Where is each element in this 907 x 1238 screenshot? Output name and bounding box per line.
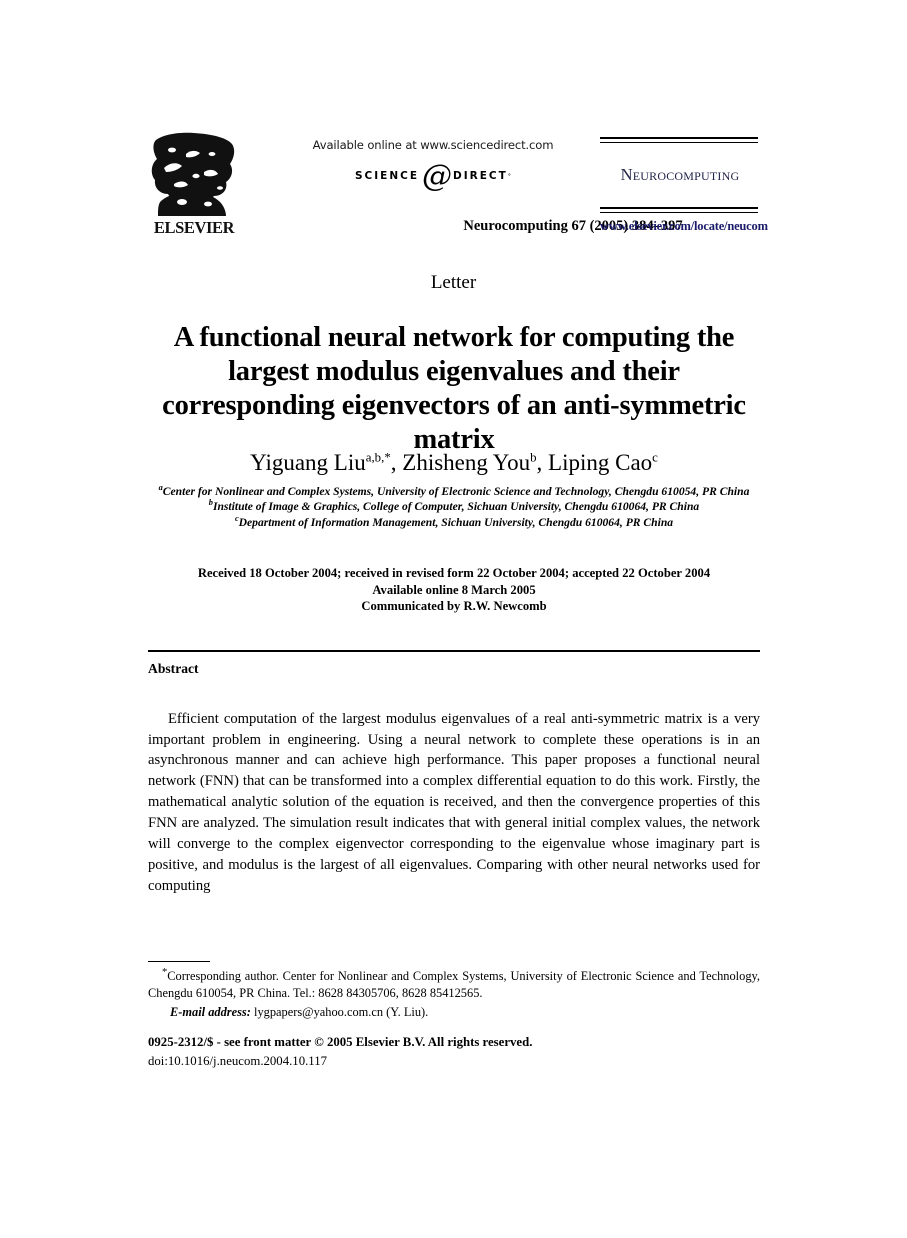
abstract-heading: Abstract [148,661,199,676]
article-type-label: Letter [430,272,477,293]
email-note: E-mail address: lygpapers@yahoo.com.cn (… [148,1004,760,1021]
history-communicated-by: Communicated by R.W. Newcomb [361,599,547,614]
imprint-block: 0925-2312/$ - see front matter © 2005 El… [148,1033,760,1071]
available-online-text: Available online at www.sciencedirect.co… [312,138,554,152]
sciencedirect-direct-text: DIRECT [453,169,508,182]
author-3-name: Liping Cao [548,450,653,475]
elsevier-tree-icon [151,132,235,216]
masthead-rule-bottom [600,207,758,213]
affiliation-1-text: Center for Nonlinear and Complex Systems… [162,485,750,498]
page-title: A functional neural network for computin… [162,322,746,456]
author-2-marks: b [530,450,537,465]
author-3-marks: c [652,450,658,465]
registered-mark-icon: ° [507,172,511,180]
email-label: E-mail address: [170,1004,251,1019]
journal-name: Neurocomputing [620,165,740,184]
doi-line[interactable]: doi:10.1016/j.neucom.2004.10.117 [148,1052,760,1071]
corresponding-author-text: Corresponding author. Center for Nonline… [148,969,760,1001]
corresponding-author-note: *Corresponding author. Center for Nonlin… [148,967,760,1003]
masthead-rule-top [600,137,758,143]
journal-url-link[interactable]: www.elsevier.com/locate/neucom [600,219,768,234]
affiliation-2-text: Institute of Image & Graphics, College o… [212,500,700,514]
history-available-online: Available online 8 March 2005 [372,582,536,597]
abstract-text: Efficient computation of the largest mod… [148,710,760,894]
at-sign-icon: @ [422,159,452,194]
author-1-marks: a,b,* [365,450,391,465]
author-2-name: Zhisheng You [402,450,531,475]
journal-title-block: Neurocomputing www.elsevier.com/locate/n… [600,128,768,234]
email-address[interactable]: lygpapers@yahoo.com.cn (Y. Liu). [254,1005,428,1019]
footnote-block: *Corresponding author. Center for Nonlin… [148,967,760,1021]
affiliation-item: bInstitute of Image & Graphics, College … [148,499,760,514]
affiliation-list: aCenter for Nonlinear and Complex System… [148,483,760,530]
history-received: Received 18 October 2004; received in re… [197,566,711,580]
journal-masthead: ELSEVIER Available online at www.science… [148,128,768,246]
sciencedirect-science-text: SCIENCE [354,169,419,182]
sciencedirect-logo: SCIENCE @ DIRECT ° [288,159,578,194]
affiliation-item: cDepartment of Information Management, S… [148,514,760,530]
footnote-divider [148,961,210,962]
author-list: Yiguang Liua,b,*, Zhisheng Youb, Liping … [250,450,658,475]
paper-page: ELSEVIER Available online at www.science… [0,0,907,1238]
elsevier-wordmark: ELSEVIER [153,218,235,237]
copyright-line: 0925-2312/$ - see front matter © 2005 El… [148,1035,533,1049]
elsevier-logo: ELSEVIER [148,132,240,242]
article-history: Received 18 October 2004; received in re… [148,565,760,615]
author-1-name: Yiguang Liu [250,450,366,475]
affiliation-item: aCenter for Nonlinear and Complex System… [148,483,760,499]
sciencedirect-block: Available online at www.sciencedirect.co… [288,138,683,234]
abstract-divider [148,650,760,652]
affiliation-3-text: Department of Information Management, Si… [238,515,674,529]
